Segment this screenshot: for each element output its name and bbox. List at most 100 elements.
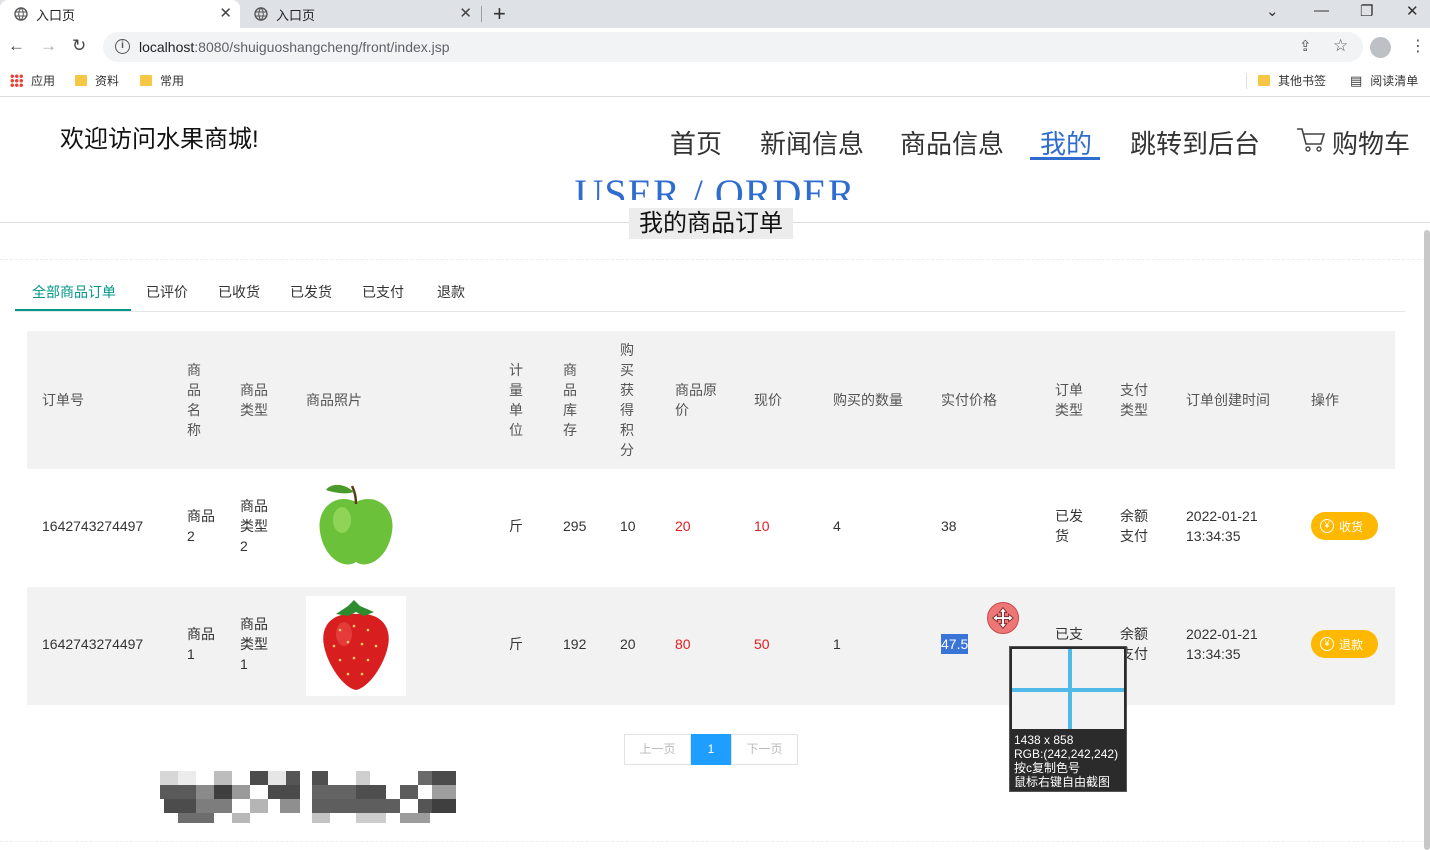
bookmark-other[interactable]: 其他书签 [1258,72,1326,89]
tab-shipped[interactable]: 已发货 [290,282,332,302]
section-title-en: USER / ORDER [0,170,1430,200]
paid-price: 47.5 [941,634,969,654]
address-bar[interactable]: i localhost:8080/shuiguoshangcheng/front… [103,32,1363,62]
share-icon[interactable]: ⇪ [1299,37,1312,55]
col-type: 商品类型 [240,382,268,418]
restore-icon[interactable]: ❐ [1360,2,1373,20]
table-row: 1642743274497 商品1 商品类型1 斤 192 20 80 50 1 [27,587,1395,705]
refund-button-label: 退款 [1339,637,1364,652]
bookmark-divider [1246,73,1247,89]
pay-type: 余额支付 [1120,508,1148,544]
green-apple-image [306,478,406,578]
created-time-text: 13:34:35 [1186,528,1241,544]
tab-received[interactable]: 已收货 [218,282,260,302]
unit: 斤 [509,636,523,652]
browser-toolbar: ← → ↻ i localhost:8080/shuiguoshangcheng… [0,28,1430,66]
table-row: 1642743274497 商品2 商品类型2 斤 295 10 20 10 4… [27,469,1395,587]
url-path: :8080/shuiguoshangcheng/front/index.jsp [194,39,450,55]
unit: 斤 [509,518,523,534]
nav-cart[interactable]: 购物车 [1332,124,1410,161]
product-name: 商品1 [187,626,215,662]
nav-news[interactable]: 新闻信息 [760,124,864,161]
folder-icon [75,75,87,86]
order-tabs: 全部商品订单 已评价 已收货 已发货 已支付 退款 [15,272,1405,312]
bookmark-apps[interactable]: 应用 [10,72,55,89]
browser-tab-title: 入口页 [36,7,76,23]
minimize-icon[interactable]: — [1314,2,1329,19]
bookmark-label: 资料 [95,74,120,88]
folder-icon [1258,75,1270,86]
col-orig-price: 商品原价 [675,382,717,418]
tab-search-icon[interactable]: ⌄ [1266,2,1279,20]
bookmarks-bar: 应用 资料 常用 其他书签 ▤ 阅读清单 [0,66,1430,97]
created-time-text: 13:34:35 [1186,646,1241,662]
tab-all-orders[interactable]: 全部商品订单 [32,282,116,302]
receive-button-label: 收货 [1339,519,1364,534]
tab-reviewed[interactable]: 已评价 [146,282,188,302]
browser-tab-title: 入口页 [276,7,316,23]
points: 20 [620,636,636,652]
browser-tab-1[interactable]: 入口页 ✕ [0,0,240,28]
next-page-button[interactable]: 下一页 [731,734,798,765]
folder-icon [140,75,152,86]
nav-products[interactable]: 商品信息 [900,124,1004,161]
page-1-button[interactable]: 1 [691,734,731,765]
browser-tab-strip: 入口页 ✕ 入口页 ✕ + ⌄ — ❐ ✕ [0,0,1430,28]
table-header: 订单号 商品名称 商品类型 商品照片 计量单位 商品库存 购买获得积分 商品原价… [27,331,1395,469]
tab-paid[interactable]: 已支付 [362,282,404,302]
bookmark-folder-1[interactable]: 资料 [75,72,119,89]
original-price: 80 [675,636,691,652]
star-icon[interactable]: ☆ [1333,36,1348,56]
close-tab-icon[interactable]: ✕ [219,4,232,22]
col-unit: 计量单位 [509,362,523,438]
col-photo: 商品照片 [306,392,362,408]
site-info-icon[interactable]: i [115,39,130,54]
reload-icon[interactable]: ↻ [72,36,86,56]
order-no: 1642743274497 [42,636,144,652]
globe-icon [14,7,28,21]
nav-mine[interactable]: 我的 [1040,124,1092,161]
close-window-icon[interactable]: ✕ [1406,2,1419,20]
product-type: 商品类型2 [240,498,268,554]
magnifier-hint-capture: 鼠标右键自由截图 [1014,775,1111,789]
forward-icon[interactable]: → [40,36,57,56]
prev-page-button[interactable]: 上一页 [624,734,691,765]
profile-avatar-icon[interactable] [1370,37,1391,58]
footer-divider [0,841,1430,842]
close-tab-icon[interactable]: ✕ [459,4,472,22]
reading-list[interactable]: ▤ 阅读清单 [1350,72,1418,89]
order-no: 1642743274497 [42,518,144,534]
col-created: 订单创建时间 [1186,392,1270,408]
page-scrollbar[interactable] [1424,230,1430,850]
reading-list-icon: ▤ [1350,72,1363,88]
col-order-type: 订单类型 [1055,382,1083,418]
tab-refund[interactable]: 退款 [437,282,465,302]
nav-home[interactable]: 首页 [670,124,722,161]
bookmark-label: 常用 [160,74,185,88]
magnifier-size: 1438 x 858 [1014,733,1074,747]
browser-tab-2[interactable]: 入口页 ✕ [240,0,480,28]
yen-icon: ¥ [1320,519,1334,533]
cart-icon[interactable] [1296,127,1326,153]
nav-admin[interactable]: 跳转到后台 [1130,124,1260,161]
back-icon[interactable]: ← [8,36,25,56]
section-title: 我的商品订单 [629,208,793,239]
section-divider [0,259,1430,260]
pagination: 上一页 1 下一页 [624,734,798,765]
crosshair-horizontal [1012,688,1124,692]
globe-icon [254,7,268,21]
magnifier-view [1012,649,1124,729]
tab-active-indicator [15,309,131,311]
new-tab-icon[interactable]: + [493,1,506,27]
quantity: 1 [833,636,841,652]
nav-active-indicator [1030,157,1100,160]
bookmark-folder-2[interactable]: 常用 [140,72,184,89]
color-picker-magnifier: 1438 x 858 RGB:(242,242,242) 按c复制色号 鼠标右键… [1009,646,1127,792]
col-order-no: 订单号 [42,392,84,408]
order-type: 已支 [1055,626,1083,642]
kebab-menu-icon[interactable]: ⋮ [1410,36,1426,56]
refund-button[interactable]: ¥ 退款 [1311,630,1378,658]
receive-button[interactable]: ¥ 收货 [1311,512,1378,540]
col-paid: 实付价格 [941,392,997,408]
col-pay-type: 支付类型 [1120,382,1148,418]
